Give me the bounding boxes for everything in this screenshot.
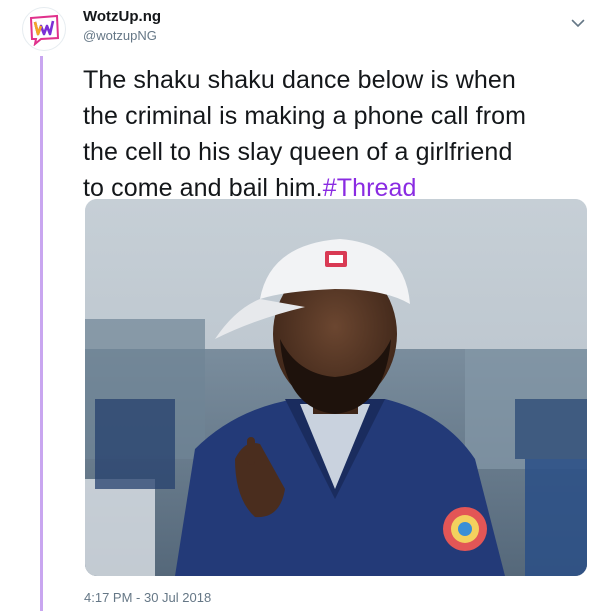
thread-line bbox=[40, 56, 43, 611]
tweet-text-line: the cell to his slay queen of a girlfrie… bbox=[83, 138, 513, 166]
user-handle[interactable]: @wotzupNG bbox=[83, 28, 157, 43]
media-illustration bbox=[85, 199, 587, 576]
brand-logo-icon bbox=[29, 14, 60, 46]
tweet-card[interactable]: WotzUp.ng @wotzupNG The shaku shaku danc… bbox=[0, 0, 614, 611]
chevron-down-icon[interactable] bbox=[569, 14, 587, 32]
display-name[interactable]: WotzUp.ng bbox=[83, 8, 161, 25]
hashtag-link[interactable]: #Thread bbox=[323, 174, 417, 202]
tweet-timestamp[interactable]: 4:17 PM - 30 Jul 2018 bbox=[84, 590, 211, 605]
avatar[interactable] bbox=[22, 7, 66, 51]
tweet-media-image[interactable] bbox=[85, 199, 587, 576]
tweet-text-line: the criminal is making a phone call from bbox=[83, 102, 527, 130]
tweet-text-tail: to come and bail him. bbox=[83, 174, 323, 202]
tweet-text: The shaku shaku dance below is when the … bbox=[83, 62, 583, 206]
tweet-text-line: The shaku shaku dance below is when bbox=[83, 66, 516, 94]
